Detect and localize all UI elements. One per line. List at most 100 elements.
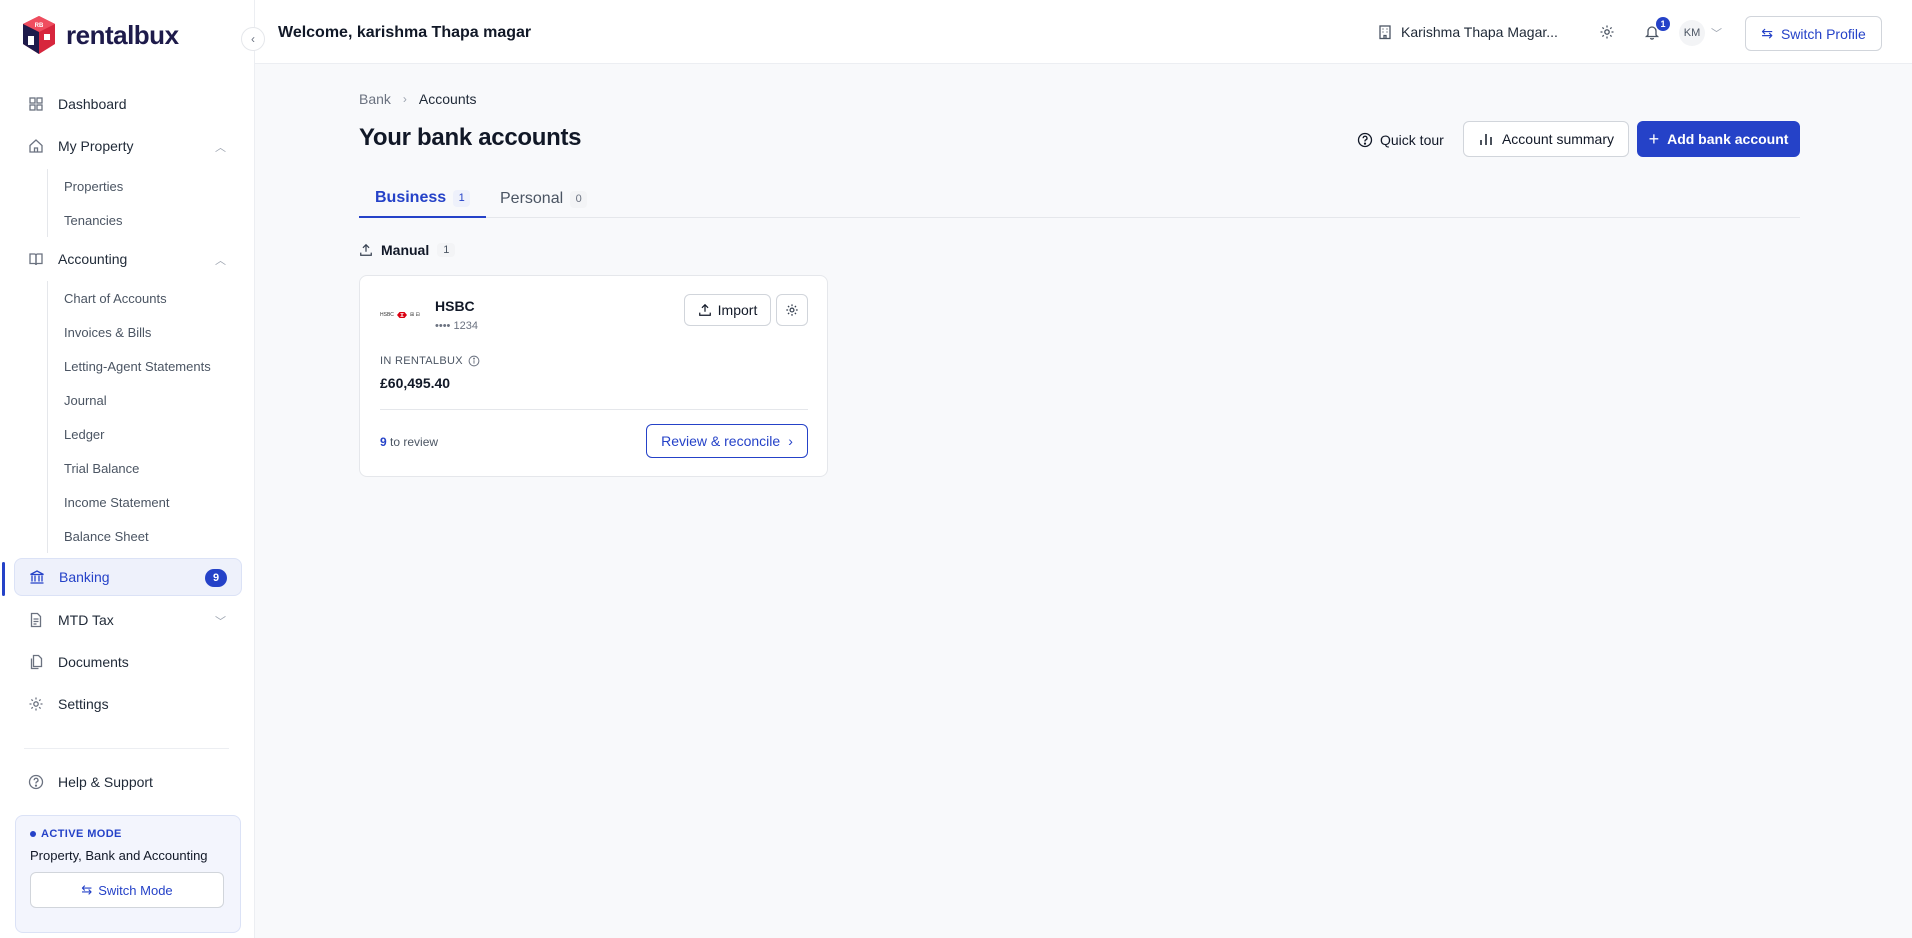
sidebar-subitem-tenancies[interactable]: Tenancies — [48, 203, 123, 237]
page-title: Your bank accounts — [359, 124, 582, 151]
book-icon — [28, 251, 44, 267]
upload-icon — [698, 303, 711, 316]
sidebar-subitem-chart-of-accounts[interactable]: Chart of Accounts — [48, 281, 211, 315]
balance-label-text: IN RENTALBUX — [380, 355, 463, 367]
sidebar-subitem-letting-agent-statements[interactable]: Letting-Agent Statements — [48, 349, 211, 383]
sidebar-item-label: Documents — [58, 654, 129, 670]
sidebar: RB rentalbux Dashboard My Property ︿ Pro… — [0, 0, 255, 938]
upload-icon — [360, 243, 372, 256]
add-bank-account-button[interactable]: + Add bank account — [1637, 121, 1800, 157]
sidebar-item-settings[interactable]: Settings — [14, 685, 242, 723]
settings-button[interactable] — [1597, 22, 1617, 42]
sidebar-item-accounting[interactable]: Accounting ︿ — [14, 240, 242, 278]
svg-text:RB: RB — [35, 23, 44, 29]
import-button[interactable]: Import — [684, 294, 771, 326]
sidebar-subitem-properties[interactable]: Properties — [48, 169, 123, 203]
sidebar-divider — [24, 748, 229, 749]
switch-profile-button[interactable]: ⇆ Switch Profile — [1745, 16, 1882, 51]
chevron-right-icon: › — [788, 433, 793, 449]
sidebar-item-label: Dashboard — [58, 96, 127, 112]
brand-name: rentalbux — [66, 19, 179, 50]
welcome-message: Welcome, karishma Thapa magar — [278, 24, 532, 41]
property-submenu: Properties Tenancies — [47, 169, 123, 237]
organization-selector[interactable]: Karishma Thapa Magar... — [1377, 24, 1558, 40]
chevron-up-icon: ︿ — [215, 255, 226, 267]
info-icon[interactable] — [468, 355, 480, 367]
avatar[interactable]: KM — [1679, 20, 1705, 46]
sidebar-item-dashboard[interactable]: Dashboard — [14, 85, 242, 123]
sidebar-subitem-trial-balance[interactable]: Trial Balance — [48, 451, 211, 485]
hsbc-logo-symbols-icon: ⊞ ⊟ — [409, 312, 420, 318]
bar-chart-icon — [1480, 134, 1492, 145]
sidebar-item-help-support[interactable]: Help & Support — [14, 763, 242, 801]
notifications-button[interactable]: 1 — [1642, 17, 1670, 42]
sidebar-item-label: Banking — [59, 569, 110, 585]
brand-logo[interactable]: RB rentalbux — [20, 14, 179, 56]
chevron-down-icon: ﹀ — [215, 616, 226, 628]
sidebar-item-label: My Property — [58, 138, 134, 154]
breadcrumb-bank[interactable]: Bank — [359, 91, 391, 107]
review-suffix: to review — [390, 435, 439, 449]
status-dot-icon — [30, 831, 36, 837]
sidebar-subitem-journal[interactable]: Journal — [48, 383, 211, 417]
breadcrumb-accounts: Accounts — [418, 91, 477, 107]
bank-icon — [29, 569, 45, 585]
swap-arrows-icon: ⇆ — [81, 882, 93, 897]
gear-icon — [1600, 25, 1614, 39]
active-indicator — [2, 562, 5, 596]
account-balance: £60,495.40 — [380, 375, 451, 391]
sidebar-collapse-button[interactable]: ‹ — [241, 27, 265, 51]
switch-mode-button[interactable]: ⇆ Switch Mode — [30, 872, 224, 908]
hsbc-hexagon-icon — [396, 312, 407, 318]
hsbc-logo: HSBC ⊞ ⊟ — [380, 310, 424, 320]
sidebar-item-label: Help & Support — [58, 774, 153, 790]
sidebar-item-label: Settings — [58, 696, 109, 712]
tab-label: Business — [375, 189, 447, 206]
gear-icon — [786, 304, 798, 316]
manual-section-header: Manual 1 — [359, 242, 456, 258]
active-mode-tag: ACTIVE MODE — [30, 828, 226, 840]
sidebar-subitem-ledger[interactable]: Ledger — [48, 417, 211, 451]
sidebar-item-label: Accounting — [58, 251, 128, 267]
sidebar-item-documents[interactable]: Documents — [14, 643, 242, 681]
home-icon — [28, 138, 44, 154]
quick-tour-button[interactable]: Quick tour — [1357, 122, 1444, 157]
plus-icon: + — [1648, 129, 1660, 149]
review-reconcile-button[interactable]: Review & reconcile › — [646, 424, 808, 458]
tab-personal[interactable]: Personal 0 — [484, 180, 603, 218]
sidebar-subitem-balance-sheet[interactable]: Balance Sheet — [48, 519, 211, 553]
import-label: Import — [717, 302, 758, 318]
account-settings-button[interactable] — [776, 294, 808, 326]
chevron-down-icon[interactable]: ﹀ — [1711, 25, 1722, 41]
banking-count-badge: 9 — [205, 569, 227, 587]
bank-name: HSBC — [435, 298, 475, 314]
card-divider — [380, 409, 808, 410]
sidebar-item-banking[interactable]: Banking 9 — [14, 558, 242, 596]
files-icon — [28, 654, 44, 670]
account-type-tabs: Business 1 Personal 0 — [359, 180, 1800, 218]
help-circle-icon — [1357, 132, 1373, 147]
sidebar-item-my-property[interactable]: My Property ︿ — [14, 127, 242, 165]
switch-profile-label: Switch Profile — [1780, 25, 1866, 42]
rentalbux-logo-icon: RB — [23, 16, 55, 54]
top-bar: Welcome, karishma Thapa magar Karishma T… — [255, 0, 1912, 64]
account-summary-button[interactable]: Account summary — [1463, 121, 1629, 157]
active-mode-name: Property, Bank and Accounting — [30, 848, 208, 863]
accounting-submenu: Chart of Accounts Invoices & Bills Letti… — [47, 281, 211, 553]
tab-label: Personal — [500, 190, 564, 207]
tab-count-badge: 0 — [570, 190, 588, 208]
chevron-right-icon: › — [402, 92, 407, 106]
document-icon — [28, 612, 44, 628]
switch-mode-label: Switch Mode — [98, 882, 173, 898]
sidebar-subitem-income-statement[interactable]: Income Statement — [48, 485, 211, 519]
help-circle-icon — [28, 774, 44, 790]
sidebar-subitem-invoices-bills[interactable]: Invoices & Bills — [48, 315, 211, 349]
gear-icon — [28, 696, 44, 712]
account-number-masked: •••• 1234 — [435, 320, 478, 332]
sidebar-item-mtd-tax[interactable]: MTD Tax ﹀ — [14, 601, 242, 639]
account-summary-label: Account summary — [1501, 131, 1615, 147]
tab-count-badge: 1 — [453, 189, 471, 207]
review-reconcile-label: Review & reconcile — [661, 433, 781, 449]
section-count-badge: 1 — [437, 243, 456, 257]
tab-business[interactable]: Business 1 — [359, 180, 487, 218]
